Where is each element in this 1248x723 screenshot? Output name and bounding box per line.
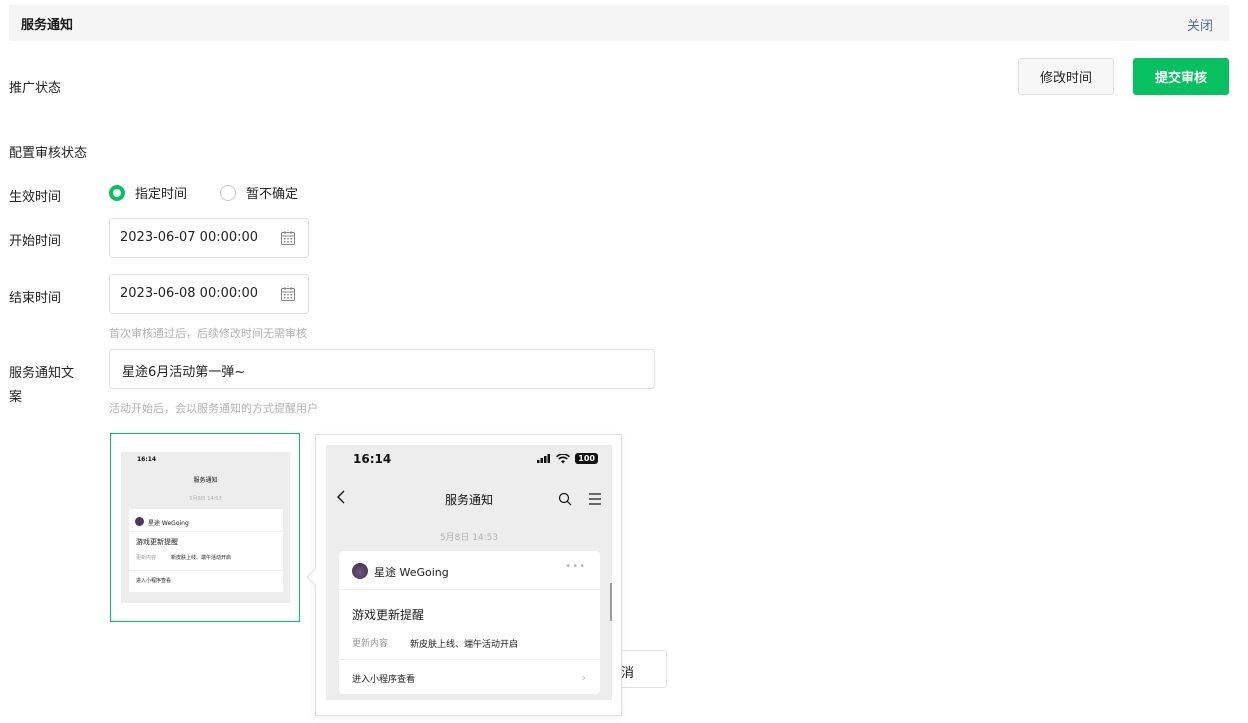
more-icon: •••: [565, 561, 586, 572]
message-date: 5月8日 14:53: [189, 496, 222, 502]
end-time-hint: 首次审核通过后，后续修改时间无需审核: [109, 327, 307, 340]
avatar: [352, 563, 368, 579]
divider: [129, 570, 283, 571]
radio-specified-time[interactable]: 指定时间: [109, 183, 187, 202]
start-time-picker[interactable]: 2023-06-07 00:00:00: [109, 218, 309, 258]
end-time-picker[interactable]: 2023-06-08 00:00:00: [109, 274, 309, 314]
search-icon: [558, 492, 572, 506]
status-time: 16:14: [137, 456, 157, 463]
modify-time-button[interactable]: 修改时间: [1018, 58, 1114, 95]
divider: [339, 589, 600, 590]
message-card: 星途 WeGoing ••• 游戏更新提醒 更新内容 新皮肤上线、端午活动开启 …: [339, 551, 600, 694]
preview-popover: 16:14 100 服务通知 5月8日 14:53 星途 WeGoing •••…: [306, 434, 622, 716]
notice-copy-label: 服务通知文: [9, 366, 75, 381]
radio-undetermined[interactable]: 暂不确定: [220, 183, 298, 202]
calendar-icon[interactable]: [280, 230, 296, 246]
account-name: 星途 WeGoing: [148, 520, 189, 527]
status-icons: 100: [537, 453, 598, 464]
avatar: [135, 517, 144, 526]
notification-header: 服务通知 关闭: [9, 5, 1229, 41]
card-title: 游戏更新提醒: [136, 538, 178, 546]
message-date: 5月8日 14:53: [439, 533, 499, 543]
radio-label: 暂不确定: [246, 187, 299, 202]
start-time-label: 开始时间: [9, 234, 62, 249]
end-time-label: 结束时间: [9, 291, 62, 306]
popover-arrow: [306, 568, 324, 586]
divider: [339, 659, 600, 660]
message-card: 星途 WeGoing 游戏更新提醒 更新内容 新皮肤上线、端午活动开启 进入小程…: [129, 509, 283, 592]
thumbnail-phone-screen: 16:14 服务通知 5月8日 14:53 星途 WeGoing 游戏更新提醒 …: [121, 452, 290, 603]
enter-mini-program-label: 进入小程序查看: [136, 578, 172, 584]
status-time: 16:14: [353, 452, 392, 466]
promotion-status-label: 推广状态: [9, 81, 62, 96]
page-title: 服务通知: [21, 18, 74, 33]
notice-copy-label-cont: 案: [9, 390, 23, 405]
menu-icon: [589, 493, 601, 505]
notice-copy-input[interactable]: 星途6月活动第一弹~: [109, 349, 655, 389]
enter-mini-program-label: 进入小程序查看: [352, 675, 416, 685]
field-value: 新皮肤上线、端午活动开启: [171, 555, 232, 561]
popover-phone-screen: 16:14 100 服务通知 5月8日 14:53 星途 WeGoing •••…: [326, 445, 612, 700]
field-value: 新皮肤上线、端午活动开启: [410, 640, 519, 650]
calendar-icon[interactable]: [280, 286, 296, 302]
cancel-label: 消: [621, 666, 635, 681]
field-key: 更新内容: [352, 639, 389, 649]
start-time-value: 2023-06-07 00:00:00: [120, 230, 259, 245]
notice-copy-hint: 活动开始后，会以服务通知的方式提醒用户: [109, 402, 318, 415]
divider: [129, 531, 283, 532]
close-link[interactable]: 关闭: [1187, 15, 1213, 34]
preview-thumbnail[interactable]: 16:14 服务通知 5月8日 14:53 星途 WeGoing 游戏更新提醒 …: [110, 433, 300, 622]
end-time-value: 2023-06-08 00:00:00: [120, 286, 259, 301]
card-title: 游戏更新提醒: [352, 608, 425, 622]
nav-title: 服务通知: [193, 477, 218, 484]
scrollbar: [610, 583, 612, 621]
wifi-icon: [556, 453, 571, 463]
config-review-status-label: 配置审核状态: [9, 146, 88, 161]
chevron-right-icon: ›: [581, 671, 586, 684]
signal-icon: [537, 454, 551, 463]
account-name: 星途 WeGoing: [374, 566, 449, 579]
field-key: 更新内容: [136, 555, 157, 561]
radio-label: 指定时间: [135, 187, 188, 202]
notice-copy-value: 星途6月活动第一弹~: [122, 365, 246, 380]
radio-unchecked-icon: [220, 184, 236, 201]
effective-time-label: 生效时间: [9, 190, 62, 205]
battery-icon: 100: [575, 453, 598, 464]
radio-checked-icon: [109, 184, 125, 201]
submit-review-button[interactable]: 提交审核: [1133, 58, 1229, 95]
